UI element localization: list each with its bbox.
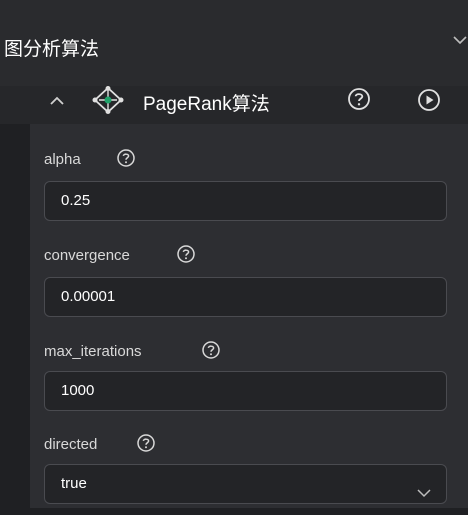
play-circle-icon[interactable]	[416, 87, 442, 113]
question-circle-icon[interactable]	[136, 433, 156, 453]
question-circle-icon[interactable]	[176, 244, 196, 264]
section-title: 图分析算法	[4, 39, 100, 60]
directed-select[interactable]: true	[44, 464, 447, 504]
convergence-input[interactable]: 0.00001	[44, 277, 447, 317]
max-iterations-input[interactable]: 1000	[44, 371, 447, 411]
algorithm-panel: 图分析算法 PageRank算法 alpha 0.25 convergence …	[0, 0, 468, 508]
question-circle-icon[interactable]	[116, 148, 136, 168]
graph-network-icon	[90, 86, 126, 114]
question-circle-icon[interactable]	[201, 340, 221, 360]
chevron-down-icon[interactable]	[452, 30, 468, 50]
param-label-max-iterations: max_iterations	[44, 343, 142, 360]
algorithm-title: PageRank算法	[143, 94, 270, 115]
chevron-up-icon[interactable]	[46, 90, 68, 112]
section-header-graph-analysis[interactable]: 图分析算法	[0, 0, 468, 86]
param-label-alpha: alpha	[44, 151, 81, 168]
parameter-list: alpha 0.25 convergence 0.00001 max_itera…	[30, 124, 468, 508]
alpha-input[interactable]: 0.25	[44, 181, 447, 221]
chevron-down-icon[interactable]	[416, 477, 432, 498]
param-label-convergence: convergence	[44, 247, 130, 264]
algorithm-header-pagerank[interactable]: PageRank算法	[0, 86, 468, 124]
question-circle-icon[interactable]	[346, 86, 372, 112]
param-label-directed: directed	[44, 436, 98, 453]
directed-select-value: true	[61, 475, 87, 492]
